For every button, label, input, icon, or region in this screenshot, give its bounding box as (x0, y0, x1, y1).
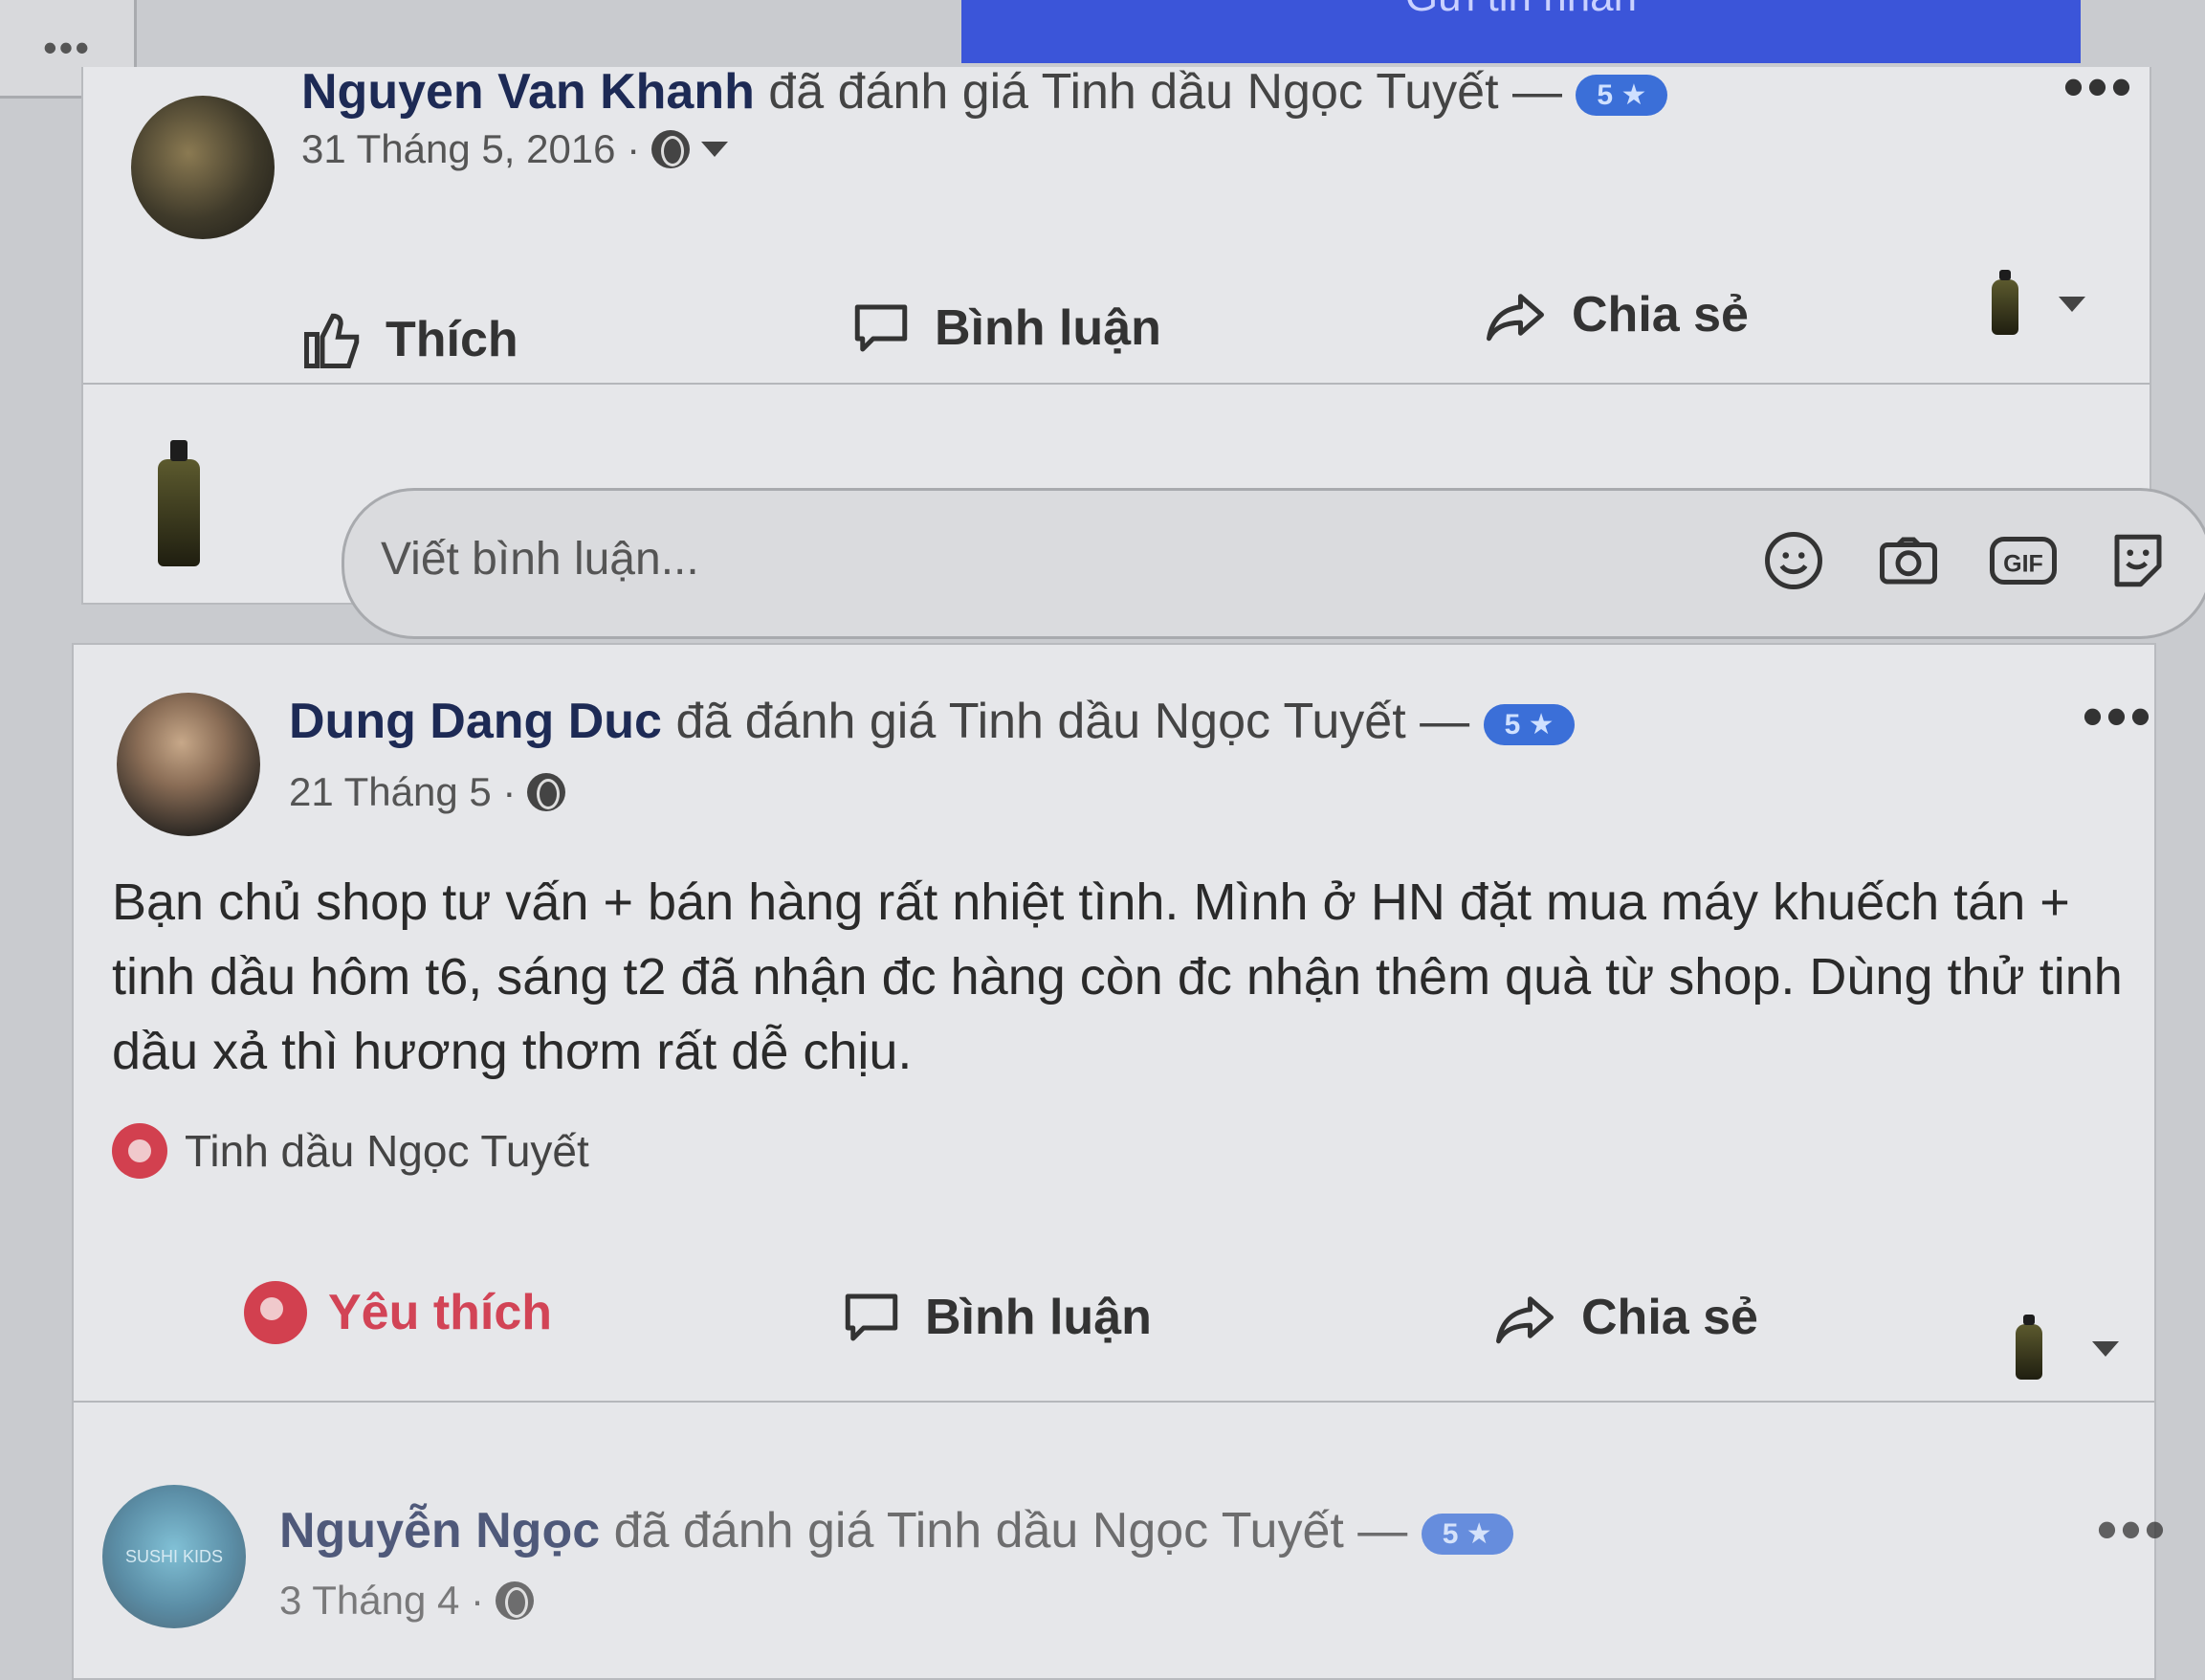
post-date[interactable]: 31 Tháng 5, 2016 · (301, 126, 640, 172)
sticker-icon[interactable] (2105, 527, 2172, 594)
send-message-label: Gửi tin nhắn (1405, 0, 1637, 21)
svg-text:GIF: GIF (2003, 550, 2043, 577)
page-avatar-icon[interactable] (2016, 1314, 2042, 1380)
review-post-1: Nguyen Van Khanh đã đánh giá Tinh dầu Ng… (81, 55, 2205, 639)
review-post-2: Dung Dang Duc đã đánh giá Tinh dầu Ngọc … (72, 643, 2165, 1680)
react-as-dropdown-icon[interactable] (2059, 297, 2085, 312)
divider (83, 383, 2150, 385)
rating-badge: 5 ★ (1576, 74, 1668, 116)
post-menu-icon[interactable]: ••• (2083, 683, 2154, 749)
share-label: Chia sẻ (1581, 1290, 1758, 1345)
comment-label: Bình luận (935, 300, 1161, 356)
comment-input[interactable]: Viết bình luận... GIF (342, 488, 2205, 639)
share-button[interactable]: Chia sẻ (1489, 1286, 1758, 1349)
globe-icon (496, 1581, 535, 1620)
gif-icon[interactable]: GIF (1990, 527, 2057, 594)
post-header: Nguyễn Ngọc đã đánh giá Tinh dầu Ngọc Tu… (279, 1502, 1513, 1559)
review-action: đã đánh giá Tinh dầu Ngọc Tuyết — (675, 694, 1470, 749)
share-button[interactable]: Chia sẻ (1480, 283, 1749, 346)
author-name[interactable]: Dung Dang Duc (289, 694, 662, 749)
rating-badge: 5 ★ (1483, 703, 1576, 745)
page-tag-label: Tinh dầu Ngọc Tuyết (185, 1126, 589, 1176)
comment-placeholder: Viết bình luận... (381, 534, 699, 585)
comment-icon (854, 304, 908, 352)
post-meta: 21 Tháng 5 · (289, 769, 566, 815)
recommend-icon (112, 1123, 167, 1179)
post-menu-icon[interactable]: ••• (2063, 54, 2135, 120)
post-header: Nguyen Van Khanh đã đánh giá Tinh dầu Ng… (301, 63, 1668, 121)
avatar[interactable] (117, 693, 260, 836)
author-name[interactable]: Nguyen Van Khanh (301, 64, 755, 120)
avatar[interactable]: SUSHI KIDS (102, 1485, 246, 1628)
thumbs-up-icon (304, 313, 360, 368)
page-avatar-icon[interactable] (1992, 269, 2018, 335)
divider (74, 1401, 2154, 1403)
post-meta: 3 Tháng 4 · (279, 1578, 535, 1624)
comment-button[interactable]: Bình luận (849, 297, 1161, 360)
camera-icon[interactable] (1875, 527, 1942, 594)
love-reaction-icon (244, 1281, 307, 1344)
review-action: đã đánh giá Tinh dầu Ngọc Tuyết — (768, 64, 1562, 120)
review-action: đã đánh giá Tinh dầu Ngọc Tuyết — (613, 1503, 1408, 1558)
avatar-text: SUSHI KIDS (124, 1546, 224, 1566)
post-date[interactable]: 3 Tháng 4 · (279, 1578, 484, 1624)
post-meta: 31 Tháng 5, 2016 · (301, 126, 729, 172)
globe-icon (527, 773, 566, 811)
more-icon: ••• (42, 25, 92, 70)
like-label: Thích (386, 312, 518, 367)
comment-icon (845, 1293, 898, 1341)
rating-badge: 5 ★ (1421, 1513, 1513, 1555)
love-button[interactable]: Yêu thích (244, 1281, 552, 1344)
love-label: Yêu thích (328, 1285, 553, 1340)
share-arrow-icon (1496, 1296, 1554, 1344)
page-tag[interactable]: Tinh dầu Ngọc Tuyết (112, 1123, 589, 1179)
avatar[interactable] (131, 96, 275, 239)
globe-icon (651, 130, 691, 168)
review-text: Bạn chủ shop tư vấn + bán hàng rất nhiệt… (112, 873, 2123, 1080)
post-date[interactable]: 21 Tháng 5 · (289, 769, 516, 815)
react-as-dropdown-icon[interactable] (2092, 1341, 2119, 1357)
post-menu-icon[interactable]: ••• (2097, 1496, 2169, 1562)
send-message-button[interactable]: Gửi tin nhắn (961, 0, 2081, 63)
comment-button[interactable]: Bình luận (839, 1286, 1152, 1349)
share-arrow-icon (1487, 294, 1544, 342)
emoji-icon[interactable] (1760, 527, 1827, 594)
post-header: Dung Dang Duc đã đánh giá Tinh dầu Ngọc … (289, 693, 1576, 750)
audience-dropdown-icon[interactable] (701, 142, 729, 157)
like-button[interactable]: Thích (301, 306, 518, 373)
author-name[interactable]: Nguyễn Ngọc (279, 1503, 600, 1558)
commenter-avatar (158, 439, 200, 566)
share-label: Chia sẻ (1572, 287, 1749, 343)
comment-label: Bình luận (925, 1290, 1152, 1345)
